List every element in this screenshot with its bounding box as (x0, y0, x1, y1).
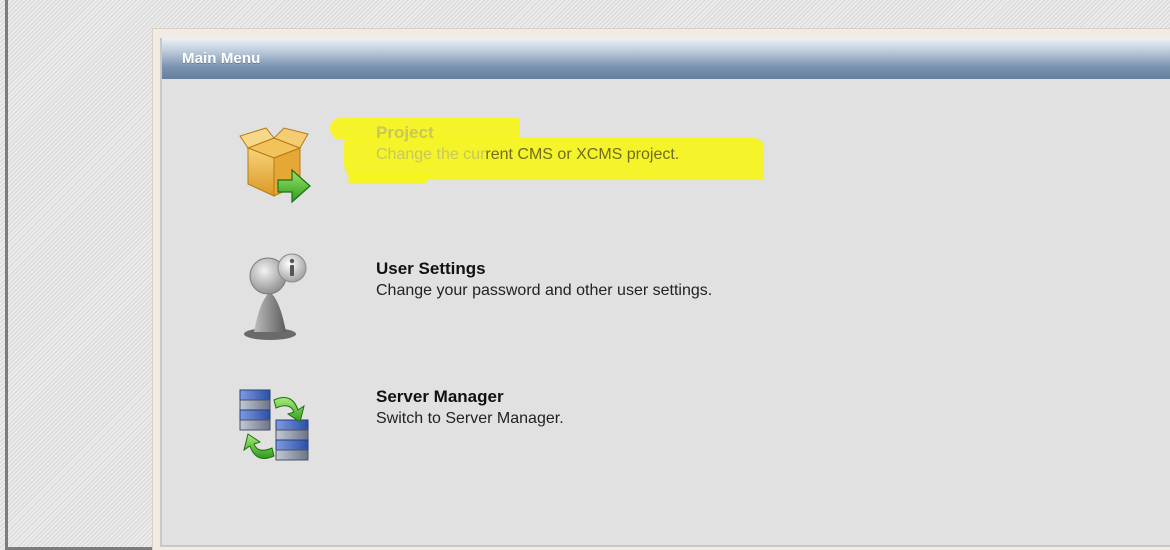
menu-item-title: Project (376, 123, 434, 142)
panel-header: Main Menu (162, 38, 1170, 79)
menu-item-description-visible: rent CMS or XCMS project. (485, 146, 680, 163)
menu-item-user-settings[interactable]: User Settings Change your password and o… (234, 252, 934, 342)
menu-item-title: Server Manager (376, 387, 504, 406)
panel-title: Main Menu (182, 50, 261, 67)
open-box-arrow-icon (239, 127, 311, 204)
menu-item-description-faded: Change the cur (376, 146, 486, 163)
menu-item-server-manager[interactable]: Server Manager Switch to Server Manager. (234, 382, 934, 472)
menu-item-description: Change your password and other user sett… (376, 282, 713, 299)
menu-item-description: Change the current CMS or XCMS project. (376, 144, 976, 166)
menu-item-text: Server Manager Switch to Server Manager. (376, 386, 976, 430)
server-sync-icon (239, 389, 309, 461)
main-menu-panel: Main Menu Project Change the current CMS… (160, 38, 1170, 547)
menu-item-text: Project Change the current CMS or XCMS p… (376, 122, 976, 166)
menu-item-text: User Settings Change your password and o… (376, 258, 976, 302)
menu-item-description: Switch to Server Manager. (376, 410, 564, 427)
user-info-icon (244, 253, 307, 340)
menu-item-title: User Settings (376, 259, 486, 278)
menu-item-project[interactable]: Project Change the current CMS or XCMS p… (234, 123, 934, 214)
